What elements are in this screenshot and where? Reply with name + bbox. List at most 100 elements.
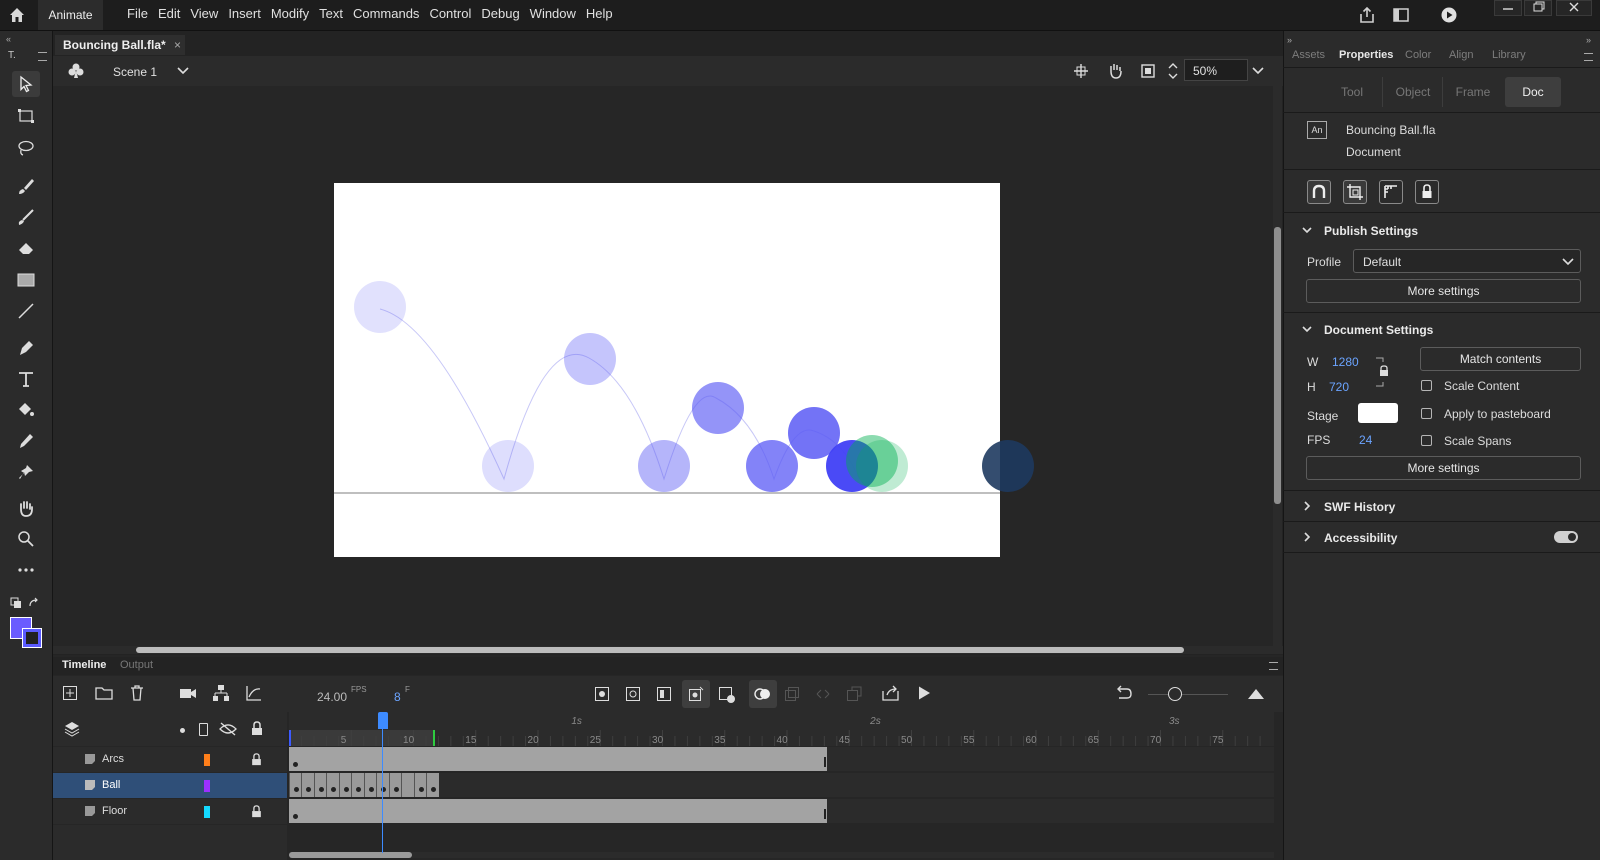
layer-name-ball[interactable]: Ball	[102, 779, 120, 791]
playhead-line[interactable]	[382, 729, 383, 853]
insert-frame-icon[interactable]	[656, 686, 672, 702]
pin-tool[interactable]	[12, 459, 40, 485]
link-dimensions-icon[interactable]	[1374, 356, 1390, 388]
delete-layer-icon[interactable]	[129, 684, 145, 702]
new-layer-icon[interactable]	[62, 685, 78, 701]
frames-ball[interactable]	[289, 773, 1274, 797]
insert-classic-tween-icon[interactable]	[718, 686, 736, 704]
rotate-stage-icon[interactable]	[1105, 62, 1125, 80]
frames-arcs[interactable]	[289, 747, 1274, 771]
document-tab[interactable]: Bouncing Ball.fla* ×	[55, 35, 185, 55]
match-contents-button[interactable]: Match contents	[1420, 347, 1581, 371]
new-folder-icon[interactable]	[95, 685, 113, 701]
menu-window[interactable]: Window	[525, 0, 581, 30]
range-end-marker[interactable]	[433, 730, 435, 746]
tab-color[interactable]: Color	[1405, 49, 1431, 61]
frame-span-floor[interactable]	[289, 799, 827, 823]
menu-edit[interactable]: Edit	[153, 0, 185, 30]
tab-timeline[interactable]: Timeline	[62, 659, 106, 671]
menu-help[interactable]: Help	[581, 0, 618, 30]
scene-name[interactable]: Scene 1	[113, 65, 157, 79]
properties-menu-icon[interactable]	[1584, 53, 1593, 61]
fill-color-swatch[interactable]	[22, 628, 42, 648]
accessibility-header[interactable]: Accessibility	[1324, 531, 1397, 545]
panel-expand-icon[interactable]: »	[1586, 35, 1591, 45]
current-frame-value[interactable]: 8	[394, 690, 401, 704]
menu-text[interactable]: Text	[314, 0, 348, 30]
tab-assets[interactable]: Assets	[1292, 49, 1325, 61]
timeline-zoom-thumb[interactable]	[1168, 687, 1182, 701]
scale-spans-checkbox[interactable]	[1421, 435, 1432, 446]
tab-library[interactable]: Library	[1492, 49, 1526, 61]
ball-keyframe-cell[interactable]	[326, 773, 338, 797]
layers-stack-icon[interactable]	[64, 721, 80, 737]
more-tools[interactable]	[12, 557, 40, 583]
layer-color-arcs[interactable]	[204, 754, 210, 766]
keyframe-dot[interactable]	[293, 762, 298, 767]
publish-more-settings-button[interactable]: More settings	[1306, 279, 1581, 303]
layer-row-floor[interactable]: Floor	[53, 799, 287, 824]
publish-settings-header[interactable]: Publish Settings	[1324, 224, 1418, 238]
selection-tool[interactable]	[12, 71, 40, 97]
insert-keyframe-icon[interactable]	[594, 686, 610, 702]
height-value[interactable]: 720	[1329, 380, 1349, 394]
undo-icon[interactable]	[1115, 685, 1133, 701]
frame-span-ball[interactable]	[289, 773, 439, 797]
range-start-marker[interactable]	[289, 730, 291, 746]
document-more-settings-button[interactable]: More settings	[1306, 456, 1581, 480]
home-icon[interactable]	[8, 6, 26, 24]
apply-pasteboard-checkbox[interactable]	[1421, 408, 1432, 419]
zoom-stepper-icon[interactable]	[1167, 60, 1179, 82]
ball-keyframe-cell[interactable]	[388, 773, 401, 797]
export-icon[interactable]	[881, 685, 901, 701]
zoom-dropdown-icon[interactable]	[1252, 66, 1264, 76]
hide-layers-icon[interactable]	[219, 722, 237, 736]
ball-keyframe-cell[interactable]	[413, 773, 426, 797]
fps-value[interactable]: 24	[1359, 433, 1372, 447]
doc-option-4[interactable]	[1415, 180, 1439, 204]
text-tool[interactable]	[12, 366, 40, 392]
test-movie-icon[interactable]	[1440, 6, 1458, 24]
layer-name-floor[interactable]: Floor	[102, 805, 127, 817]
stage-color-swatch[interactable]	[1358, 403, 1398, 423]
zoom-tool[interactable]	[12, 526, 40, 552]
pen-tool[interactable]	[12, 335, 40, 361]
ball-keyframe-cell[interactable]	[313, 773, 326, 797]
paint-bucket-tool[interactable]	[12, 397, 40, 423]
document-settings-header[interactable]: Document Settings	[1324, 323, 1433, 337]
share-icon[interactable]	[1358, 6, 1376, 24]
ball-keyframe-cell[interactable]	[363, 773, 376, 797]
swf-history-header[interactable]: SWF History	[1324, 500, 1395, 514]
default-colors-icon[interactable]	[10, 597, 22, 609]
timeline-scroll-thumb[interactable]	[289, 852, 412, 858]
subtab-doc[interactable]: Doc	[1505, 77, 1561, 107]
play-icon[interactable]	[916, 685, 932, 701]
layer-parenting-icon[interactable]	[212, 684, 230, 702]
subtab-object[interactable]: Object	[1382, 77, 1443, 107]
insert-blank-keyframe-icon[interactable]	[625, 686, 641, 702]
timeline-zoom-slider[interactable]	[1148, 694, 1228, 695]
stage-horizontal-scroll-thumb[interactable]	[136, 647, 1184, 653]
graph-editor-icon[interactable]	[245, 684, 263, 702]
layer-row-ball[interactable]: Ball	[53, 773, 287, 798]
clip-content-icon[interactable]	[1140, 63, 1156, 79]
menu-insert[interactable]: Insert	[223, 0, 266, 30]
timeline-size-icon[interactable]	[1247, 686, 1265, 700]
doc-option-2[interactable]	[1343, 180, 1367, 204]
layer-lock-icon[interactable]	[251, 805, 262, 818]
eyedropper-tool[interactable]	[12, 428, 40, 454]
layer-name-arcs[interactable]: Arcs	[102, 753, 124, 765]
menu-modify[interactable]: Modify	[266, 0, 314, 30]
lasso-tool[interactable]	[12, 135, 40, 161]
onion-skin-button[interactable]	[749, 680, 777, 708]
eraser-tool[interactable]	[12, 235, 40, 261]
subtab-frame[interactable]: Frame	[1442, 77, 1503, 107]
frames-floor[interactable]	[289, 799, 1274, 823]
ball-keyframe-cell[interactable]	[338, 773, 351, 797]
ball-keyframe-cell[interactable]	[289, 773, 301, 797]
menu-control[interactable]: Control	[424, 0, 476, 30]
timeline-horizontal-scrollbar[interactable]	[289, 852, 1274, 858]
outline-layers-icon[interactable]	[199, 723, 208, 736]
subtab-tool[interactable]: Tool	[1322, 77, 1382, 107]
menu-view[interactable]: View	[185, 0, 223, 30]
